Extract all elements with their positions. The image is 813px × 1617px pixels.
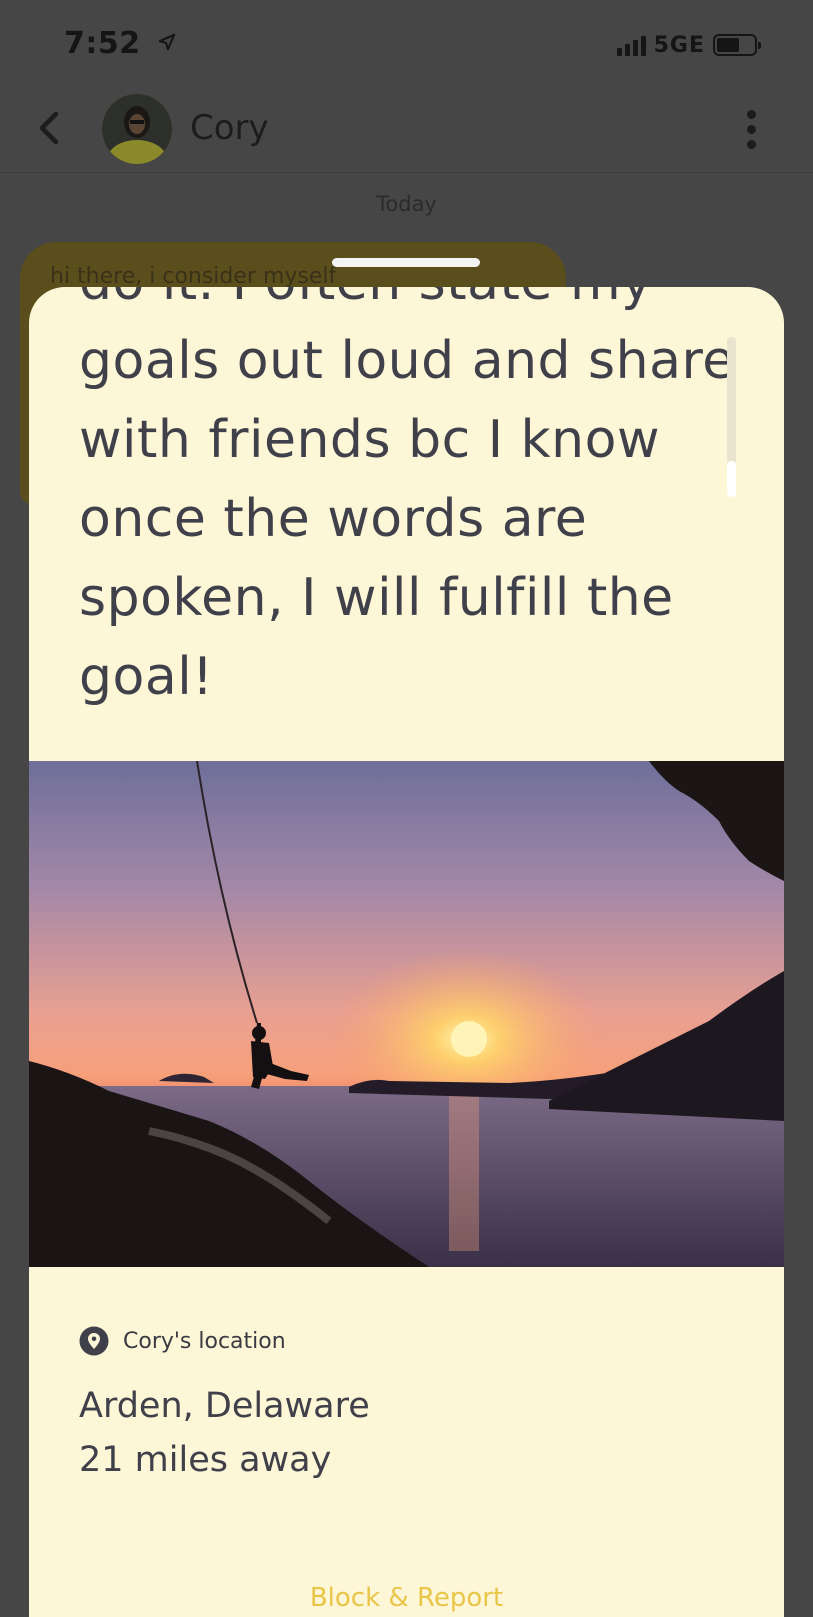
network-type: 5GE — [653, 32, 705, 58]
location-pin-icon — [79, 1326, 109, 1356]
back-button[interactable] — [30, 106, 74, 150]
location-place: Arden, Delaware — [79, 1386, 370, 1426]
goal-text-container[interactable]: do it. I often state my goals out loud a… — [29, 287, 784, 707]
location-distance: 21 miles away — [79, 1440, 332, 1480]
signal-icon — [616, 34, 646, 56]
more-vertical-icon — [746, 110, 756, 119]
profile-sheet: do it. I often state my goals out loud a… — [29, 287, 784, 1617]
contact-name[interactable]: Cory — [190, 108, 269, 148]
status-time: 7:52 — [64, 26, 176, 61]
profile-photo[interactable] — [29, 761, 784, 1267]
status-time-text: 7:52 — [64, 26, 141, 61]
sunset-climber-photo — [29, 761, 784, 1267]
status-indicators: 5GE — [616, 30, 761, 60]
location-arrow-icon — [158, 33, 175, 51]
scrollbar[interactable] — [727, 337, 736, 497]
battery-icon — [713, 34, 761, 56]
avatar-photo — [102, 94, 172, 164]
message-text: hi there, i consider myself — [50, 264, 337, 289]
status-bar: 7:52 5GE — [0, 0, 813, 90]
location-row: Cory's location — [79, 1324, 286, 1358]
sheet-drag-handle[interactable] — [332, 258, 480, 267]
block-report-button[interactable]: Block & Report — [29, 1583, 784, 1613]
avatar[interactable] — [102, 94, 172, 164]
location-label: Cory's location — [123, 1328, 286, 1354]
date-divider: Today — [376, 192, 437, 216]
more-options-button[interactable] — [741, 106, 761, 152]
goal-text: do it. I often state my goals out loud a… — [79, 287, 735, 707]
scrollbar-thumb[interactable] — [727, 461, 736, 497]
chat-header: Cory — [0, 90, 813, 173]
